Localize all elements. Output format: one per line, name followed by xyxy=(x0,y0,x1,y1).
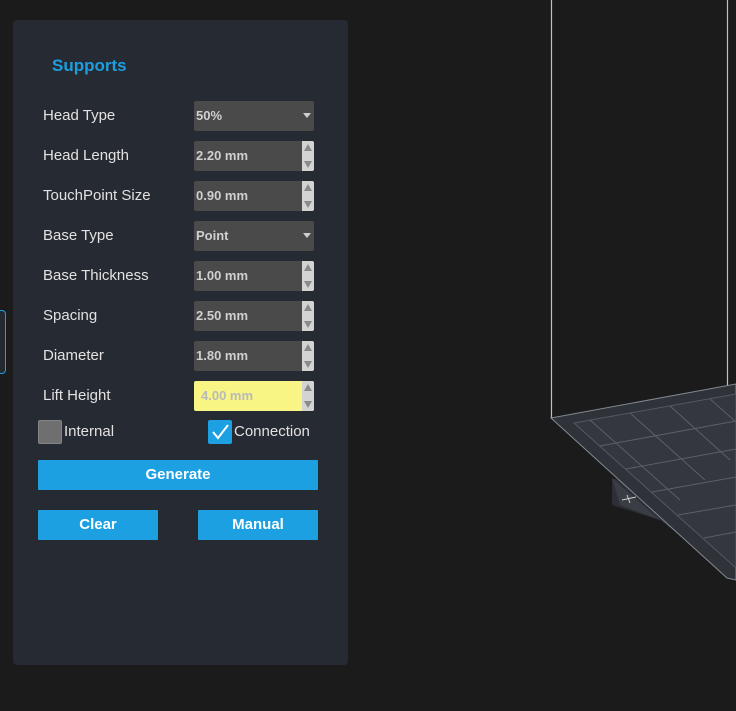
internal-label: Internal xyxy=(64,423,115,440)
connection-label: Connection xyxy=(234,423,310,440)
panel-title: Supports xyxy=(52,56,127,75)
chevron-down-icon xyxy=(303,113,311,118)
touchpoint-size-spinner[interactable] xyxy=(302,181,314,211)
base-thickness-input[interactable]: 1.00 mm xyxy=(194,261,314,291)
lift-height-value: 4.00 mm xyxy=(201,388,254,403)
left-sidebar-tab[interactable] xyxy=(0,310,6,374)
field-head-type: Head Type 50% xyxy=(43,101,314,131)
base-type-dropdown[interactable]: Point xyxy=(194,221,314,251)
diameter-value: 1.80 mm xyxy=(196,348,249,363)
head-type-dropdown[interactable]: 50% xyxy=(194,101,314,131)
arrow-down-icon[interactable] xyxy=(304,361,312,368)
head-type-value: 50% xyxy=(196,108,223,123)
arrow-up-icon[interactable] xyxy=(304,144,312,151)
clear-button[interactable]: Clear xyxy=(38,510,158,540)
touchpoint-size-label: TouchPoint Size xyxy=(43,187,151,204)
base-type-value: Point xyxy=(196,228,229,243)
base-thickness-spinner[interactable] xyxy=(302,261,314,291)
head-type-label: Head Type xyxy=(43,107,116,124)
chevron-down-icon xyxy=(303,233,311,238)
lift-height-input[interactable]: 4.00 mm xyxy=(194,381,314,411)
head-length-input[interactable]: 2.20 mm xyxy=(194,141,314,171)
base-thickness-label: Base Thickness xyxy=(43,267,149,284)
internal-checkbox[interactable] xyxy=(38,420,62,444)
manual-button[interactable]: Manual xyxy=(198,510,318,540)
arrow-down-icon[interactable] xyxy=(304,161,312,168)
arrow-down-icon[interactable] xyxy=(304,281,312,288)
lift-height-spinner[interactable] xyxy=(302,381,314,411)
field-base-type: Base Type Point xyxy=(43,221,314,251)
arrow-up-icon[interactable] xyxy=(304,184,312,191)
checkmark-icon xyxy=(212,424,229,440)
arrow-down-icon[interactable] xyxy=(304,201,312,208)
field-lift-height: Lift Height 4.00 mm xyxy=(43,381,314,411)
spacing-input[interactable]: 2.50 mm xyxy=(194,301,314,331)
lift-height-label: Lift Height xyxy=(43,387,111,404)
head-length-spinner[interactable] xyxy=(302,141,314,171)
arrow-down-icon[interactable] xyxy=(304,321,312,328)
head-length-value: 2.20 mm xyxy=(196,148,249,163)
field-base-thickness: Base Thickness 1.00 mm xyxy=(43,261,314,291)
arrow-down-icon[interactable] xyxy=(304,401,312,408)
supports-panel: Supports Head Type 50% Head Length 2.20 … xyxy=(13,20,348,665)
connection-checkbox[interactable] xyxy=(208,420,232,444)
diameter-input[interactable]: 1.80 mm xyxy=(194,341,314,371)
diameter-label: Diameter xyxy=(43,347,104,364)
touchpoint-size-value: 0.90 mm xyxy=(196,188,249,203)
head-length-label: Head Length xyxy=(43,147,129,164)
spacing-label: Spacing xyxy=(43,307,98,324)
field-spacing: Spacing 2.50 mm xyxy=(43,301,314,331)
diameter-spinner[interactable] xyxy=(302,341,314,371)
base-thickness-value: 1.00 mm xyxy=(196,268,249,283)
spacing-spinner[interactable] xyxy=(302,301,314,331)
field-touchpoint-size: TouchPoint Size 0.90 mm xyxy=(43,181,314,211)
field-diameter: Diameter 1.80 mm xyxy=(43,341,314,371)
arrow-up-icon[interactable] xyxy=(304,264,312,271)
spacing-value: 2.50 mm xyxy=(196,308,249,323)
arrow-up-icon[interactable] xyxy=(304,304,312,311)
arrow-up-icon[interactable] xyxy=(304,384,312,391)
touchpoint-size-input[interactable]: 0.90 mm xyxy=(194,181,314,211)
base-type-label: Base Type xyxy=(43,227,114,244)
generate-button[interactable]: Generate xyxy=(38,460,318,490)
field-head-length: Head Length 2.20 mm xyxy=(43,141,314,171)
arrow-up-icon[interactable] xyxy=(304,344,312,351)
